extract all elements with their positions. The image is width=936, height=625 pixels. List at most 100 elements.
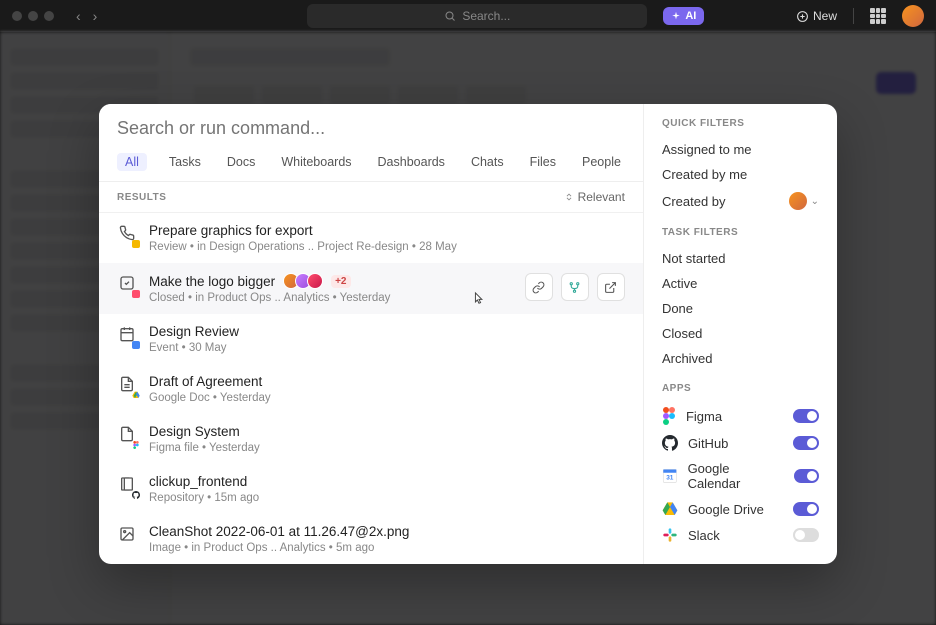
command-palette: All Tasks Docs Whiteboards Dashboards Ch…	[99, 104, 837, 564]
result-meta: Event • 30 May	[149, 342, 625, 354]
svg-text:31: 31	[666, 474, 674, 481]
phone-task-icon	[117, 225, 137, 245]
filter-created-by-me[interactable]: Created by me	[662, 162, 819, 187]
app-name: GitHub	[688, 436, 728, 451]
sort-icon	[564, 192, 574, 202]
copy-link-button[interactable]	[525, 273, 553, 301]
global-search-placeholder: Search...	[462, 9, 510, 23]
repository-icon	[117, 476, 137, 496]
filter-done[interactable]: Done	[662, 296, 819, 321]
global-search[interactable]: Search...	[307, 4, 647, 28]
apps-grid-icon[interactable]	[870, 8, 886, 24]
results-label: RESULTS	[117, 192, 166, 203]
gcal-badge-icon	[132, 341, 140, 349]
result-task-make-logo-bigger[interactable]: Make the logo bigger +2 Closed • in Prod…	[99, 263, 643, 314]
tab-people[interactable]: People	[578, 153, 625, 171]
command-tabs: All Tasks Docs Whiteboards Dashboards Ch…	[99, 145, 643, 182]
status-badge-closed	[132, 290, 140, 298]
plus-circle-icon	[796, 10, 809, 23]
new-button[interactable]: New	[796, 9, 837, 23]
task-check-icon	[117, 275, 137, 295]
app-github: GitHub	[662, 430, 819, 456]
close-window-icon[interactable]	[12, 11, 22, 21]
result-repo-clickup-frontend[interactable]: clickup_frontend Repository • 15m ago	[99, 464, 643, 514]
github-icon	[662, 435, 678, 451]
filter-created-by[interactable]: Created by ⌄	[662, 187, 819, 215]
filter-closed[interactable]: Closed	[662, 321, 819, 346]
app-name: Figma	[686, 409, 722, 424]
app-name: Google Drive	[688, 502, 764, 517]
gdrive-badge-icon	[132, 391, 140, 399]
tab-all[interactable]: All	[117, 153, 147, 171]
app-name: Slack	[688, 528, 720, 543]
result-actions	[525, 273, 625, 301]
open-new-tab-button[interactable]	[597, 273, 625, 301]
app-google-calendar: 31 Google Calendar	[662, 456, 819, 496]
result-task-prepare-graphics[interactable]: Prepare graphics for export Review • in …	[99, 213, 643, 263]
chevron-down-icon: ⌄	[811, 196, 819, 207]
figma-icon	[662, 407, 676, 425]
sort-label: Relevant	[578, 190, 625, 204]
github-badge-icon	[132, 491, 140, 499]
assignees-stack	[283, 273, 323, 289]
image-icon	[117, 526, 137, 546]
divider	[853, 8, 854, 24]
toggle-figma[interactable]	[793, 409, 819, 423]
google-drive-icon	[662, 501, 678, 517]
modal-overlay[interactable]: All Tasks Docs Whiteboards Dashboards Ch…	[0, 32, 936, 625]
slack-icon	[662, 527, 678, 543]
result-meta: Figma file • Yesterday	[149, 442, 625, 454]
command-search-input[interactable]	[99, 104, 643, 145]
app-figma: Figma	[662, 402, 819, 430]
result-meta: Closed • in Product Ops .. Analytics • Y…	[149, 292, 513, 304]
apps-heading: APPS	[662, 383, 819, 394]
document-icon	[117, 426, 137, 446]
command-palette-main: All Tasks Docs Whiteboards Dashboards Ch…	[99, 104, 644, 564]
result-title: Design System	[149, 424, 240, 439]
toggle-google-drive[interactable]	[793, 502, 819, 516]
nav-back-icon[interactable]: ‹	[74, 8, 83, 24]
results-list: Prepare graphics for export Review • in …	[99, 213, 643, 564]
ai-button[interactable]: AI	[663, 7, 704, 25]
extra-assignees-count: +2	[331, 275, 350, 288]
app-google-drive: Google Drive	[662, 496, 819, 522]
task-filters-heading: TASK FILTERS	[662, 227, 819, 238]
tab-chats[interactable]: Chats	[467, 153, 508, 171]
toggle-github[interactable]	[793, 436, 819, 450]
filter-assigned-to-me[interactable]: Assigned to me	[662, 137, 819, 162]
window-titlebar: ‹ › Search... AI New	[0, 0, 936, 32]
result-title: Draft of Agreement	[149, 374, 262, 389]
filter-user-selector[interactable]: ⌄	[789, 192, 819, 210]
filter-archived[interactable]: Archived	[662, 346, 819, 371]
external-link-icon	[604, 281, 617, 294]
tab-files[interactable]: Files	[526, 153, 560, 171]
result-title: Make the logo bigger	[149, 274, 275, 289]
results-header: RESULTS Relevant	[99, 182, 643, 213]
minimize-window-icon[interactable]	[28, 11, 38, 21]
result-figma-design-system[interactable]: Design System Figma file • Yesterday	[99, 414, 643, 464]
result-image-cleanshot[interactable]: CleanShot 2022-06-01 at 11.26.47@2x.png …	[99, 514, 643, 564]
ai-label: AI	[685, 10, 696, 22]
quick-filters-heading: QUICK FILTERS	[662, 118, 819, 129]
tab-docs[interactable]: Docs	[223, 153, 259, 171]
avatar	[789, 192, 807, 210]
document-icon	[117, 376, 137, 396]
result-meta: Repository • 15m ago	[149, 492, 625, 504]
avatar	[307, 273, 323, 289]
maximize-window-icon[interactable]	[44, 11, 54, 21]
toggle-slack[interactable]	[793, 528, 819, 542]
nav-forward-icon[interactable]: ›	[91, 8, 100, 24]
tab-whiteboards[interactable]: Whiteboards	[277, 153, 355, 171]
sort-dropdown[interactable]: Relevant	[564, 190, 625, 204]
toggle-google-calendar[interactable]	[794, 469, 819, 483]
result-gdoc-draft-agreement[interactable]: Draft of Agreement Google Doc • Yesterda…	[99, 364, 643, 414]
user-avatar[interactable]	[902, 5, 924, 27]
tab-dashboards[interactable]: Dashboards	[374, 153, 449, 171]
filter-active[interactable]: Active	[662, 271, 819, 296]
result-title: Prepare graphics for export	[149, 223, 313, 238]
result-event-design-review[interactable]: Design Review Event • 30 May	[99, 314, 643, 364]
tab-tasks[interactable]: Tasks	[165, 153, 205, 171]
result-meta: Google Doc • Yesterday	[149, 392, 625, 404]
branch-button[interactable]	[561, 273, 589, 301]
filter-not-started[interactable]: Not started	[662, 246, 819, 271]
